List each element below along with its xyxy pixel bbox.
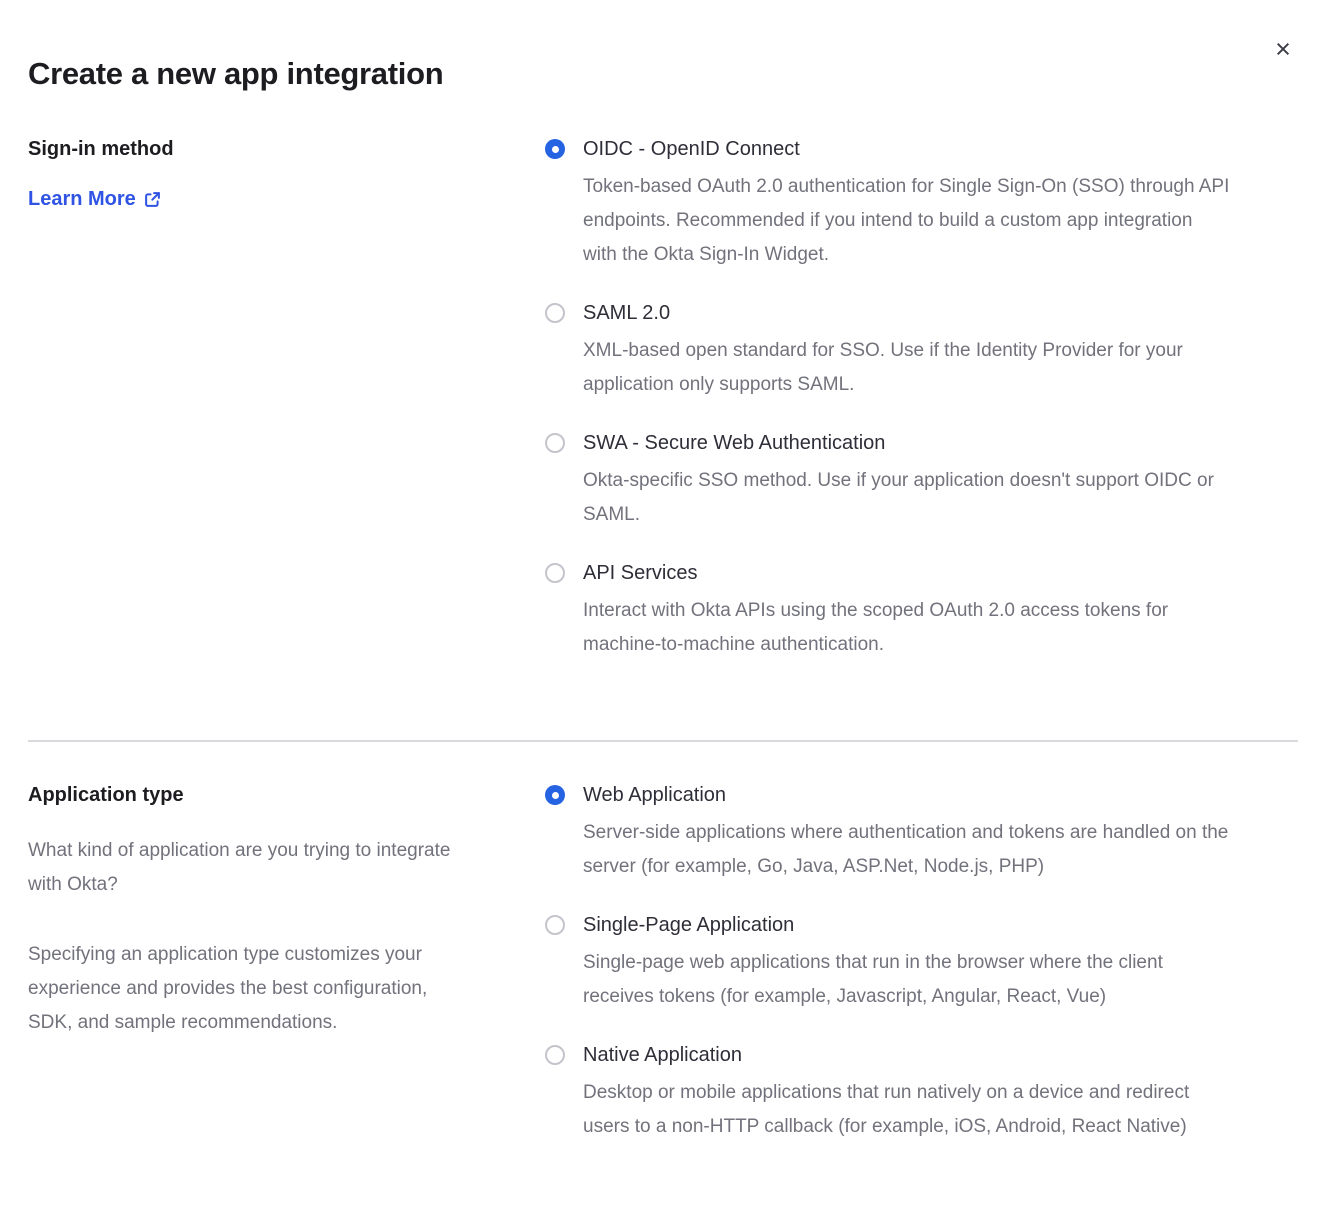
- radio-option-oidc[interactable]: OIDC - OpenID Connect Token-based OAuth …: [545, 136, 1298, 272]
- radio-icon-single-page-application[interactable]: [545, 915, 565, 935]
- radio-option-native-application[interactable]: Native Application Desktop or mobile app…: [545, 1042, 1298, 1144]
- option-description: Desktop or mobile applications that run …: [583, 1076, 1189, 1144]
- radio-option-web-application[interactable]: Web Application Server-side applications…: [545, 782, 1298, 884]
- option-description: Single-page web applications that run in…: [583, 946, 1163, 1014]
- learn-more-label: Learn More: [28, 188, 136, 211]
- page-title: Create a new app integration: [28, 0, 1298, 92]
- close-icon[interactable]: ×: [1268, 34, 1298, 64]
- option-description: Server-side applications where authentic…: [583, 816, 1228, 884]
- learn-more-link[interactable]: Learn More: [28, 188, 161, 211]
- radio-option-api-services[interactable]: API Services Interact with Okta APIs usi…: [545, 560, 1298, 662]
- option-description: Okta-specific SSO method. Use if your ap…: [583, 464, 1214, 532]
- option-label: SWA - Secure Web Authentication: [583, 430, 1214, 456]
- create-app-integration-dialog: × Create a new app integration Sign-in m…: [0, 0, 1332, 1210]
- radio-icon-native-application[interactable]: [545, 1045, 565, 1065]
- signin-method-label: Sign-in method: [28, 136, 515, 162]
- radio-icon-saml[interactable]: [545, 303, 565, 323]
- option-label: OIDC - OpenID Connect: [583, 136, 1229, 162]
- application-type-section: Application type What kind of applicatio…: [28, 782, 1298, 1172]
- radio-icon-oidc[interactable]: [545, 139, 565, 159]
- application-type-help-1: What kind of application are you trying …: [28, 834, 515, 902]
- radio-icon-web-application[interactable]: [545, 785, 565, 805]
- radio-icon-api-services[interactable]: [545, 563, 565, 583]
- application-type-label: Application type: [28, 782, 515, 808]
- option-label: Web Application: [583, 782, 1228, 808]
- external-link-icon: [144, 191, 161, 208]
- radio-option-single-page-application[interactable]: Single-Page Application Single-page web …: [545, 912, 1298, 1014]
- option-label: API Services: [583, 560, 1168, 586]
- section-divider: [28, 740, 1298, 742]
- radio-icon-swa[interactable]: [545, 433, 565, 453]
- signin-method-section: Sign-in method Learn More OIDC - OpenID …: [28, 136, 1298, 690]
- option-description: Interact with Okta APIs using the scoped…: [583, 594, 1168, 662]
- application-type-help-2: Specifying an application type customize…: [28, 938, 515, 1040]
- radio-option-swa[interactable]: SWA - Secure Web Authentication Okta-spe…: [545, 430, 1298, 532]
- radio-option-saml[interactable]: SAML 2.0 XML-based open standard for SSO…: [545, 300, 1298, 402]
- option-label: Native Application: [583, 1042, 1189, 1068]
- option-label: SAML 2.0: [583, 300, 1183, 326]
- option-label: Single-Page Application: [583, 912, 1163, 938]
- option-description: Token-based OAuth 2.0 authentication for…: [583, 170, 1229, 272]
- option-description: XML-based open standard for SSO. Use if …: [583, 334, 1183, 402]
